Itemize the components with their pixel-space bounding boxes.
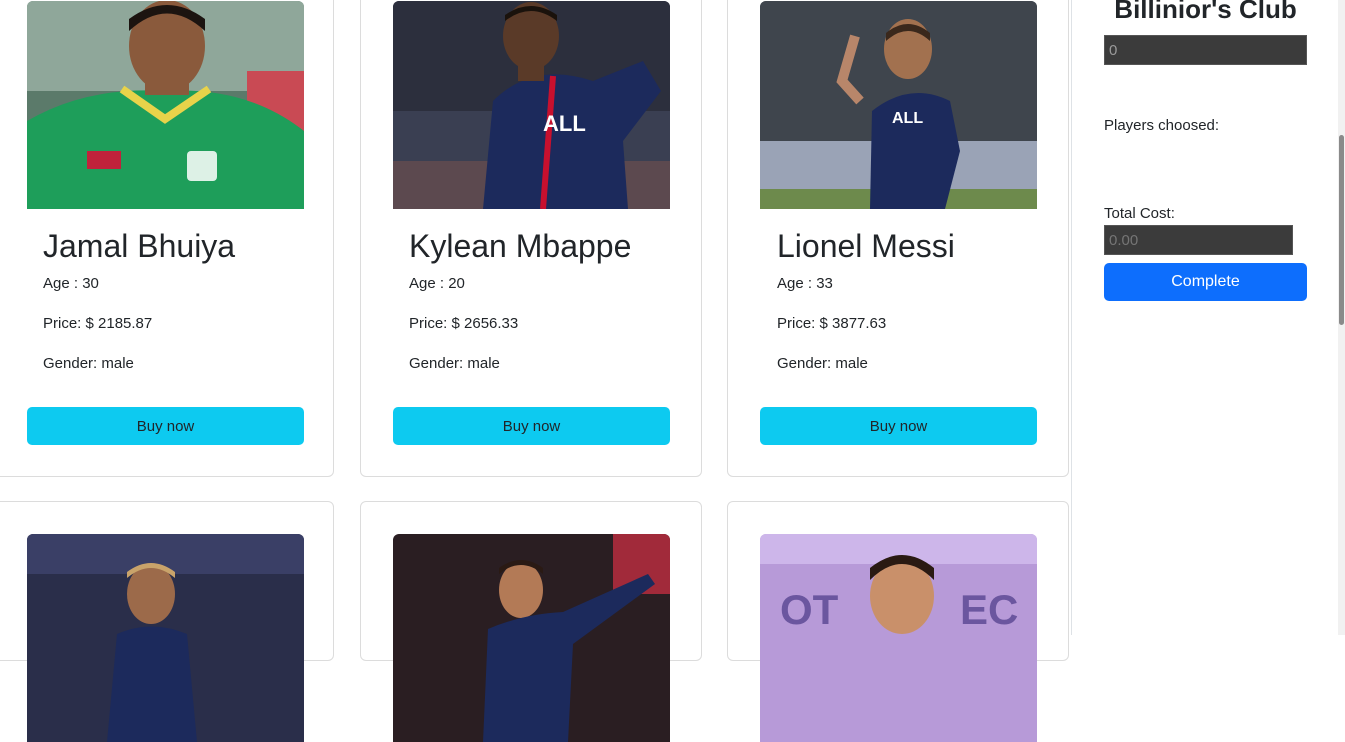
player-price: Price: $ 2656.33 — [409, 315, 519, 332]
player-name: Lionel Messi — [777, 228, 955, 264]
player-photo — [393, 534, 670, 742]
player-age: Age : 33 — [777, 275, 833, 292]
player-card — [360, 501, 702, 742]
player-name: Jamal Bhuiya — [43, 228, 236, 264]
buy-now-button[interactable]: Buy now — [393, 407, 670, 445]
player-card — [0, 501, 334, 742]
player-card: Jamal Bhuiya Age : 30 Price: $ 2185.87 G… — [0, 0, 334, 477]
player-photo: ALL — [760, 1, 1037, 209]
sidebar-divider — [1071, 0, 1072, 635]
player-name: Kylean Mbappe — [409, 228, 632, 264]
player-card: ALL Kylean Mbappe Age : 20 Price: $ 2656… — [360, 0, 702, 477]
player-price: Price: $ 3877.63 — [777, 315, 887, 332]
player-gender: Gender: male — [777, 355, 868, 372]
total-cost-label: Total Cost: — [1104, 205, 1175, 222]
svg-text:OT: OT — [780, 586, 839, 633]
buy-now-button[interactable]: Buy now — [760, 407, 1037, 445]
budget-input[interactable] — [1104, 35, 1307, 65]
player-card: OT EC — [727, 501, 1069, 742]
scrollbar-thumb[interactable] — [1339, 135, 1344, 325]
player-price: Price: $ 2185.87 — [43, 315, 153, 332]
player-photo: ALL — [393, 1, 670, 209]
buy-now-button[interactable]: Buy now — [27, 407, 304, 445]
club-title: Billinior's Club — [1114, 0, 1297, 24]
player-photo: OT EC — [760, 534, 1037, 742]
svg-text:EC: EC — [960, 586, 1018, 633]
player-gender: Gender: male — [409, 355, 500, 372]
player-photo — [27, 534, 304, 742]
total-cost-input[interactable] — [1104, 225, 1293, 255]
svg-text:ALL: ALL — [892, 110, 923, 127]
player-age: Age : 30 — [43, 275, 99, 292]
svg-text:ALL: ALL — [543, 111, 586, 136]
complete-button[interactable]: Complete — [1104, 263, 1307, 301]
player-photo — [27, 1, 304, 209]
players-chosen-label: Players choosed: — [1104, 117, 1220, 134]
player-card: ALL Lionel Messi Age : 33 Price: $ 3877.… — [727, 0, 1069, 477]
player-age: Age : 20 — [409, 275, 465, 292]
player-gender: Gender: male — [43, 355, 134, 372]
